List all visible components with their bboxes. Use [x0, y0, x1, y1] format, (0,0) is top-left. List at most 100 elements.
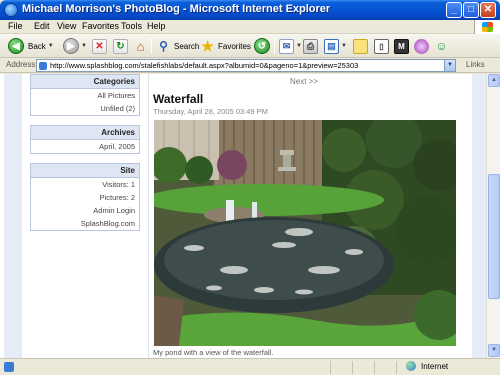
- media-button[interactable]: M: [394, 37, 409, 55]
- windows-logo: [474, 20, 500, 34]
- menu-view[interactable]: View: [57, 21, 76, 31]
- status-divider: [396, 361, 397, 374]
- history-icon: ↺: [254, 38, 270, 54]
- column-divider: [148, 74, 149, 358]
- back-dropdown-icon[interactable]: ▼: [48, 43, 54, 49]
- photo-caption: My pond with a view of the waterfall.: [153, 348, 274, 357]
- forward-dropdown-icon[interactable]: ▼: [81, 43, 87, 49]
- archives-header: Archives: [31, 126, 139, 140]
- security-zone: Internet: [406, 361, 448, 371]
- site-visitors: Visitors: 1: [102, 180, 135, 189]
- photo-title: Waterfall: [153, 92, 204, 106]
- photo-date: Thursday, April 28, 2005 03:49 PM: [153, 107, 268, 116]
- edit-button[interactable]: ▤ ▼: [324, 37, 347, 55]
- note-icon: [353, 38, 368, 54]
- category-unfiled[interactable]: Unfiled (2): [31, 102, 139, 115]
- address-dropdown-icon[interactable]: ▼: [444, 60, 455, 71]
- history-button[interactable]: ↺: [254, 37, 270, 55]
- menu-tools[interactable]: Tools: [121, 21, 142, 31]
- edit-dropdown-icon[interactable]: ▼: [341, 43, 347, 49]
- stop-button[interactable]: ✕: [92, 37, 107, 55]
- menu-help[interactable]: Help: [147, 21, 166, 31]
- site-admin-login[interactable]: Admin Login: [31, 204, 139, 217]
- windows-flag-icon: [482, 22, 493, 32]
- category-all-pictures[interactable]: All Pictures: [31, 89, 139, 102]
- site-pictures: Pictures: 2: [99, 193, 135, 202]
- search-label: Search: [174, 41, 200, 51]
- links-button[interactable]: Links: [466, 60, 485, 69]
- home-button[interactable]: ⌂: [133, 37, 148, 55]
- close-button[interactable]: ✕: [480, 2, 496, 18]
- site-splashblog-link[interactable]: SplashBlog.com: [31, 217, 139, 230]
- scroll-thumb[interactable]: [488, 174, 500, 299]
- favorites-label: Favorites: [218, 41, 251, 51]
- next-link[interactable]: Next >>: [290, 77, 318, 86]
- menu-edit[interactable]: Edit: [34, 21, 50, 31]
- forward-button[interactable]: ▶ ▼: [63, 37, 87, 55]
- home-icon: ⌂: [136, 38, 145, 54]
- status-page-icon: [4, 362, 14, 372]
- viewport-edge: [0, 74, 4, 358]
- mail-icon: ✉: [279, 38, 294, 54]
- maximize-button[interactable]: □: [463, 2, 479, 18]
- scroll-down-button[interactable]: ▼: [488, 344, 500, 357]
- status-divider: [352, 361, 353, 374]
- refresh-button[interactable]: ↻: [113, 37, 128, 55]
- window-title: Michael Morrison's PhotoBlog - Microsoft…: [22, 3, 331, 15]
- search-button[interactable]: ⚲ Search: [156, 37, 199, 55]
- menu-favorites[interactable]: Favorites: [82, 21, 119, 31]
- archive-april-2005[interactable]: April, 2005: [31, 140, 139, 153]
- mail-button[interactable]: ✉ ▼: [279, 37, 302, 55]
- photoblog-page: Categories All Pictures Unfiled (2) Arch…: [22, 74, 472, 358]
- back-arrow-icon: ◀: [8, 38, 24, 54]
- minimize-button[interactable]: _: [446, 2, 462, 18]
- categories-box: Categories All Pictures Unfiled (2): [30, 74, 140, 116]
- browser-window: Michael Morrison's PhotoBlog - Microsoft…: [0, 0, 500, 375]
- discuss-button[interactable]: [353, 37, 368, 55]
- print-button[interactable]: ⎙: [303, 37, 318, 55]
- ie-logo-icon: [4, 3, 18, 17]
- refresh-icon: ↻: [113, 38, 128, 54]
- categories-header: Categories: [31, 75, 139, 89]
- scroll-up-button[interactable]: ▲: [488, 74, 500, 87]
- title-bar: Michael Morrison's PhotoBlog - Microsoft…: [0, 0, 500, 20]
- back-button[interactable]: ◀ Back ▼: [8, 37, 54, 55]
- menu-bar: File Edit View Favorites Tools Help: [0, 20, 500, 34]
- toolbar: ◀ Back ▼ ▶ ▼ ✕ ↻ ⌂ ⚲ Search ★ Favorites …: [0, 34, 500, 58]
- address-url: http://www.splashblog.com/stalefishlabs/…: [50, 61, 359, 70]
- back-label: Back: [28, 41, 46, 51]
- research-icon: [414, 38, 429, 54]
- edit-page-icon: ▤: [324, 38, 339, 54]
- vertical-scrollbar[interactable]: ▲ ▼: [486, 74, 500, 358]
- research-button[interactable]: [414, 37, 429, 55]
- address-label: Address: [6, 60, 36, 69]
- media-icon: M: [394, 38, 409, 54]
- zone-label: Internet: [421, 361, 449, 371]
- address-bar: Address http://www.splashblog.com/stalef…: [0, 58, 500, 73]
- people-icon: ☺: [435, 39, 448, 53]
- toolbar-separator: [274, 38, 275, 54]
- site-box: Site Visitors: 1 Pictures: 2 Admin Login…: [30, 163, 140, 231]
- mail-dropdown-icon[interactable]: ▼: [296, 43, 302, 49]
- globe-icon: [406, 361, 416, 371]
- stop-icon: ✕: [92, 38, 107, 54]
- star-icon: ★: [201, 37, 214, 54]
- forward-arrow-icon: ▶: [63, 38, 79, 54]
- phone-icon: ▯: [374, 38, 389, 54]
- status-divider: [374, 361, 375, 374]
- msn-button[interactable]: ☺: [434, 37, 449, 55]
- menu-file[interactable]: File: [8, 21, 23, 31]
- toolbar-separator: [151, 38, 152, 54]
- favorites-button[interactable]: ★ Favorites: [200, 37, 251, 55]
- page-icon: [39, 62, 47, 70]
- archives-box: Archives April, 2005: [30, 125, 140, 154]
- photo-image[interactable]: [154, 120, 456, 346]
- messenger-button[interactable]: ▯: [374, 37, 389, 55]
- page-viewport: Categories All Pictures Unfiled (2) Arch…: [0, 74, 486, 358]
- waterfall-photo: [154, 120, 456, 346]
- status-divider: [330, 361, 331, 374]
- printer-icon: ⎙: [303, 38, 318, 54]
- status-bar: Internet: [0, 358, 500, 375]
- address-input[interactable]: http://www.splashblog.com/stalefishlabs/…: [36, 59, 456, 72]
- site-header: Site: [31, 164, 139, 178]
